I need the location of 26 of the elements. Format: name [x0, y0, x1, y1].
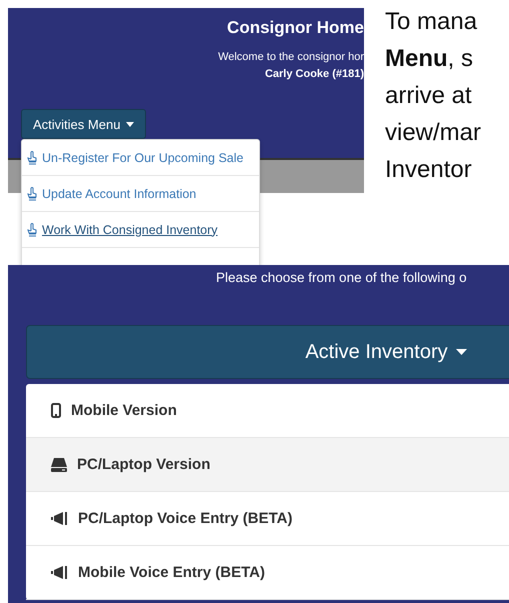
pointing-hand-icon	[27, 222, 38, 236]
menu-option[interactable]: PC/Laptop Voice Entry (BETA)	[26, 492, 509, 546]
menu-link[interactable]: Un-Register For Our Upcoming Sale	[42, 150, 244, 164]
caret-icon	[126, 122, 134, 126]
active-inventory-button[interactable]: Active Inventory	[26, 325, 509, 379]
menu-option[interactable]: PC/Laptop Version	[26, 438, 509, 492]
activities-menu-button[interactable]: Activities Menu	[21, 109, 146, 139]
instruction-line: view/mar	[385, 118, 482, 148]
page-title: Consignor Home	[227, 18, 364, 38]
instruction-line: arrive at	[385, 81, 473, 111]
megaphone-icon	[51, 566, 68, 579]
pointing-hand-icon	[27, 186, 38, 200]
instruction-line: To mana	[385, 7, 478, 37]
menu-link[interactable]: Update Account Information	[42, 186, 196, 200]
prompt-text: Please choose from one of the following o	[215, 269, 468, 285]
menu-option[interactable]: Mobile Voice Entry (BETA)	[26, 546, 509, 600]
menu-link[interactable]: Work With Consigned Inventory	[42, 222, 218, 236]
drive-icon	[51, 458, 67, 472]
megaphone-icon	[51, 512, 68, 525]
instruction-line: Inventor	[385, 155, 473, 185]
instruction-line: Menu, s	[385, 44, 474, 74]
user-name: Carly Cooke (#181)	[264, 68, 364, 80]
phone-icon	[51, 403, 61, 418]
welcome-text: Welcome to the consignor hor	[218, 51, 364, 63]
caret-icon	[456, 349, 467, 355]
pointing-hand-icon	[27, 150, 38, 164]
